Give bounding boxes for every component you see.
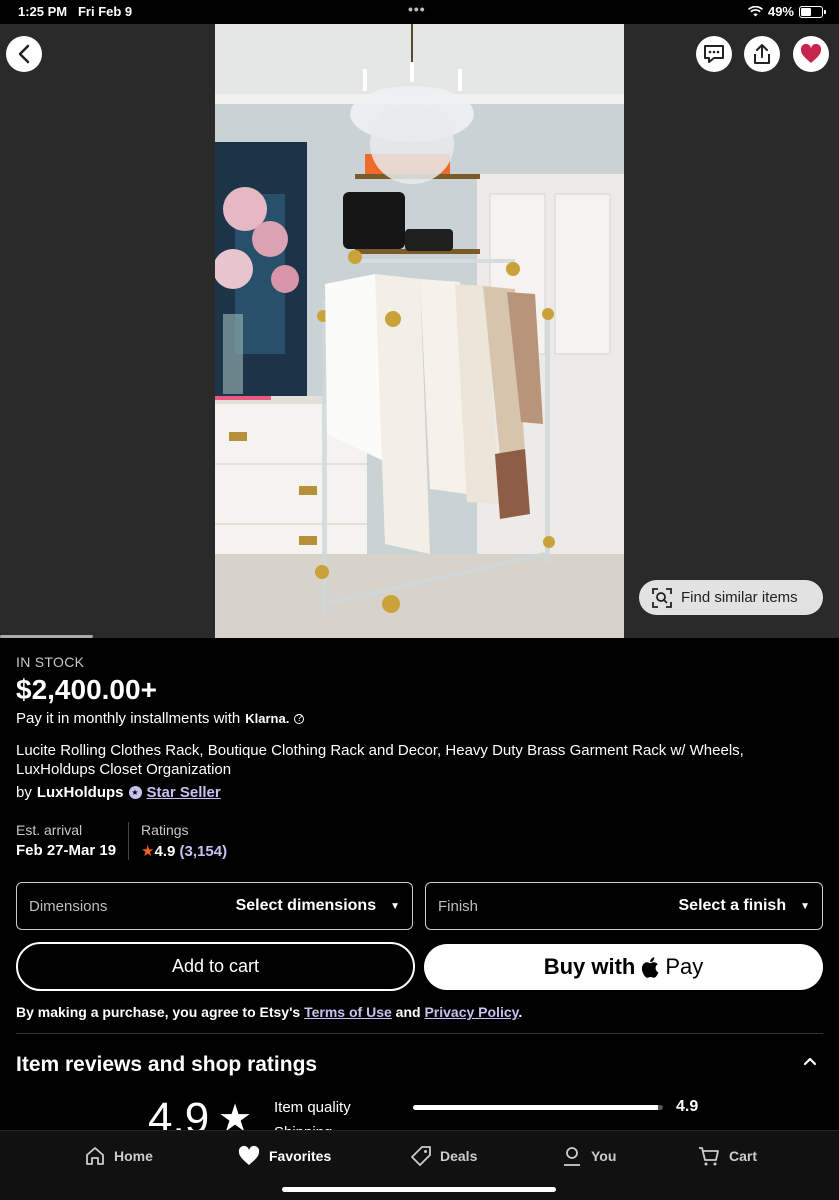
add-to-cart-button[interactable]: Add to cart [16, 942, 415, 991]
apple-logo-icon [642, 956, 659, 978]
product-title: Lucite Rolling Clothes Rack, Boutique Cl… [16, 742, 744, 778]
klarna-logo: Klarna. [245, 711, 290, 726]
arrival-value: Feb 27-Mar 19 [16, 842, 117, 859]
star-seller-badge-icon: ★ [128, 786, 142, 799]
back-button[interactable] [6, 36, 42, 72]
divider [16, 1033, 823, 1034]
tab-favorites-label: Favorites [269, 1148, 332, 1164]
share-button[interactable] [744, 36, 780, 72]
caret-down-icon: ▼ [800, 900, 810, 912]
help-icon[interactable]: ? [294, 713, 305, 724]
pay-label: Pay [665, 954, 704, 979]
star-icon: ★ [141, 843, 155, 860]
find-similar-button[interactable]: Find similar items [639, 580, 823, 615]
home-indicator[interactable] [282, 1187, 556, 1192]
tab-you-label: You [591, 1148, 617, 1164]
installments-info[interactable]: Pay it in monthly installments with Klar… [16, 710, 305, 727]
item-quality-bar [413, 1105, 663, 1110]
status-time: 1:25 PM Fri Feb 9 [18, 4, 133, 19]
status-bar: 1:25 PM Fri Feb 9 ••• 49% [0, 0, 839, 24]
item-quality-value: 4.9 [676, 1098, 699, 1115]
ratings-value[interactable]: ★4.9 (3,154) [141, 842, 227, 860]
finish-label: Finish [438, 897, 479, 915]
tab-home-label: Home [114, 1148, 153, 1164]
product-photo-illustration [215, 24, 624, 638]
finish-value: Select a finish [678, 897, 787, 914]
battery-icon [799, 5, 826, 18]
status-indicators: 49% [747, 4, 826, 19]
favorite-button[interactable] [793, 36, 829, 72]
person-icon [564, 1147, 580, 1166]
reviews-heading[interactable]: Item reviews and shop ratings [16, 1053, 317, 1077]
tab-favorites[interactable]: Favorites [237, 1145, 331, 1167]
dimensions-select[interactable]: Dimensions Select dimensions ▼ [16, 882, 413, 930]
installments-text: Pay it in monthly installments with [16, 710, 241, 727]
heart-icon [238, 1145, 260, 1165]
multitask-dots[interactable]: ••• [408, 1, 426, 17]
ratings-column[interactable]: Ratings ★4.9 (3,154) [129, 822, 227, 860]
heart-filled-icon [800, 43, 822, 63]
arrival-label: Est. arrival [16, 822, 83, 838]
tab-deals[interactable]: Deals [410, 1145, 477, 1167]
stock-status: IN STOCK [16, 654, 85, 670]
price: $2,400.00+ [16, 674, 157, 705]
dimensions-label: Dimensions [29, 897, 108, 915]
chat-icon [704, 45, 724, 63]
dimensions-value: Select dimensions [235, 897, 377, 914]
finish-select[interactable]: Finish Select a finish ▼ [425, 882, 823, 930]
tag-icon [411, 1146, 431, 1166]
tab-cart-label: Cart [729, 1148, 758, 1164]
seller-line: by LuxHoldups ★ Star Seller [16, 784, 221, 801]
seller-by: by [16, 784, 32, 801]
caret-down-icon: ▼ [390, 900, 400, 912]
find-similar-label: Find similar items [681, 589, 798, 606]
gallery-scroll-indicator [0, 635, 93, 638]
ratings-label: Ratings [141, 822, 189, 838]
arrival-column: Est. arrival Feb 27-Mar 19 [16, 822, 130, 860]
item-quality-label: Item quality [274, 1099, 351, 1116]
battery-percent: 49% [767, 4, 794, 19]
buy-with-label: Buy with [543, 954, 636, 979]
buy-with-apple-pay-button[interactable]: Buy with Pay [424, 944, 823, 990]
shipping-ratings-summary: Est. arrival Feb 27-Mar 19 Ratings ★4.9 … [16, 822, 227, 860]
share-icon [754, 44, 770, 64]
wifi-icon [747, 6, 763, 17]
seller-name-link[interactable]: LuxHoldups [37, 784, 124, 801]
privacy-policy-link[interactable]: Privacy Policy [424, 1004, 518, 1020]
visual-search-icon [652, 587, 672, 608]
home-icon [86, 1147, 104, 1165]
product-image-gallery[interactable]: Find similar items [0, 24, 839, 638]
tab-deals-label: Deals [440, 1148, 478, 1164]
cart-icon [699, 1147, 719, 1166]
chevron-left-icon [18, 44, 30, 64]
rating-count-link[interactable]: (3,154) [180, 843, 228, 860]
star-seller-link[interactable]: Star Seller [147, 784, 221, 801]
terms-of-use-link[interactable]: Terms of Use [304, 1004, 392, 1020]
chevron-up-icon[interactable] [803, 1056, 817, 1066]
message-seller-button[interactable] [696, 36, 732, 72]
tab-home[interactable]: Home [84, 1145, 153, 1167]
product-photo[interactable] [215, 24, 624, 638]
purchase-terms: By making a purchase, you agree to Etsy'… [16, 1004, 523, 1020]
tab-cart[interactable]: Cart [697, 1145, 757, 1167]
tab-you[interactable]: You [561, 1145, 616, 1167]
